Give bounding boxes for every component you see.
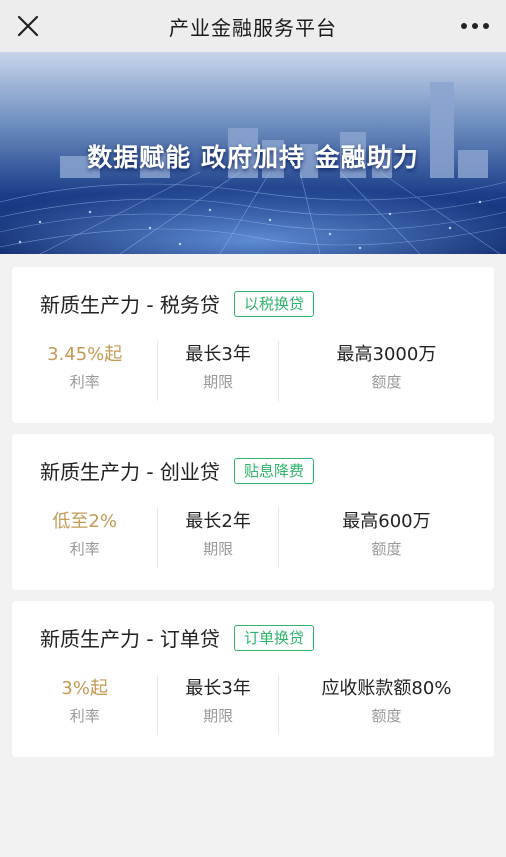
- amount-label: 额度: [371, 373, 402, 391]
- product-tag: 订单换贷: [233, 624, 314, 651]
- page-title: 产业金融服务平台: [169, 15, 337, 40]
- amount-metric: 最高600万 额度: [279, 508, 494, 566]
- term-label: 期限: [203, 707, 234, 725]
- product-card-order-loan[interactable]: 新质生产力 - 订单贷 订单换贷 3%起 利率 最长3年 期限 应收账款额80%…: [12, 601, 494, 757]
- term-metric: 最长2年 期限: [158, 508, 278, 566]
- rate-label: 利率: [69, 540, 100, 558]
- top-nav-bar: 产业金融服务平台: [0, 0, 506, 52]
- rate-label: 利率: [69, 707, 100, 725]
- term-metric: 最长3年 期限: [158, 341, 278, 399]
- product-name: 新质生产力 - 订单贷: [40, 627, 220, 651]
- amount-label: 额度: [371, 707, 402, 725]
- term-label: 期限: [203, 540, 234, 558]
- rate-value: 3.45%起: [47, 344, 123, 365]
- amount-metric: 应收账款额80% 额度: [279, 675, 494, 733]
- rate-value: 低至2%: [52, 511, 117, 532]
- term-metric: 最长3年 期限: [158, 675, 278, 733]
- amount-label: 额度: [371, 540, 402, 558]
- term-value: 最长2年: [185, 511, 251, 532]
- amount-value: 最高3000万: [336, 344, 437, 365]
- product-tag: 以税换贷: [233, 290, 314, 317]
- amount-value: 最高600万: [342, 511, 431, 532]
- rate-metric: 3.45%起 利率: [12, 341, 157, 399]
- term-label: 期限: [203, 373, 234, 391]
- close-icon[interactable]: [14, 12, 42, 40]
- product-name: 新质生产力 - 税务贷: [40, 293, 220, 317]
- more-icon[interactable]: [458, 14, 492, 38]
- rate-metric: 3%起 利率: [12, 675, 157, 733]
- term-value: 最长3年: [185, 678, 251, 699]
- rate-label: 利率: [69, 373, 100, 391]
- amount-value: 应收账款额80%: [321, 678, 452, 699]
- product-card-startup-loan[interactable]: 新质生产力 - 创业贷 贴息降费 低至2% 利率 最长2年 期限 最高600万 …: [12, 434, 494, 590]
- product-card-tax-loan[interactable]: 新质生产力 - 税务贷 以税换贷 3.45%起 利率 最长3年 期限 最高300…: [12, 267, 494, 423]
- amount-metric: 最高3000万 额度: [279, 341, 494, 399]
- banner-slogan: 数据赋能 政府加持 金融助力: [87, 143, 419, 172]
- rate-value: 3%起: [61, 678, 108, 699]
- term-value: 最长3年: [185, 344, 251, 365]
- product-tag: 贴息降费: [233, 457, 314, 484]
- product-name: 新质生产力 - 创业贷: [40, 460, 220, 484]
- promo-banner[interactable]: 数据赋能 政府加持 金融助力: [0, 52, 506, 254]
- rate-metric: 低至2% 利率: [12, 508, 157, 566]
